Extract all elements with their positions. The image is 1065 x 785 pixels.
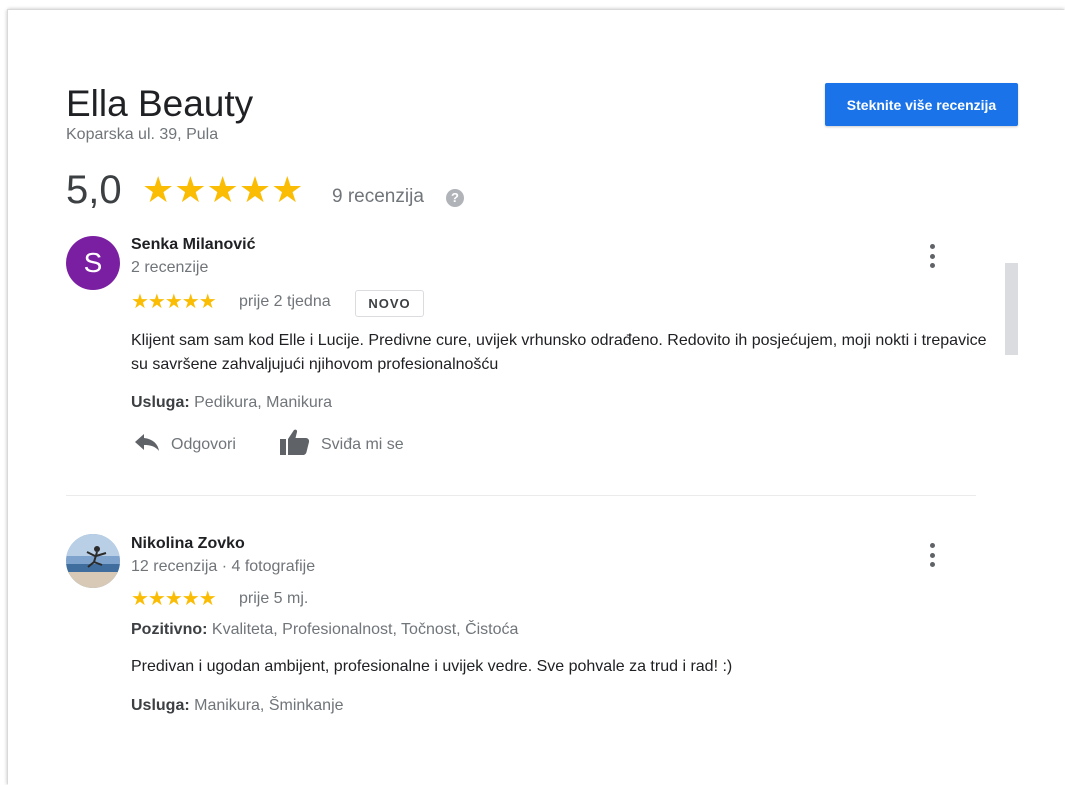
- more-vert-icon[interactable]: [922, 541, 942, 569]
- service-value: Manikura, Šminkanje: [194, 697, 344, 714]
- like-label: Sviđa mi se: [321, 435, 404, 453]
- new-badge: NOVO: [355, 290, 424, 317]
- reply-icon: [133, 430, 161, 459]
- positive-label: Pozitivno:: [131, 621, 208, 638]
- average-rating: 5,0: [66, 168, 122, 212]
- business-name: Ella Beauty: [66, 83, 254, 124]
- more-vert-icon[interactable]: [922, 242, 942, 270]
- reviewer-name[interactable]: Nikolina Zovko: [131, 535, 245, 553]
- review-divider: [66, 495, 976, 496]
- average-rating-stars: ★★★★★: [142, 169, 304, 210]
- reviewer-review-count[interactable]: 2 recenzije: [131, 259, 208, 277]
- review-text: Predivan i ugodan ambijent, profesionaln…: [131, 658, 733, 675]
- service-label: Usluga:: [131, 394, 190, 411]
- review-time: prije 2 tjedna: [239, 293, 331, 310]
- service-value: Pedikura, Manikura: [194, 394, 332, 411]
- avatar[interactable]: [66, 534, 120, 588]
- review-stars: ★★★★★: [131, 291, 217, 313]
- review-services: Usluga: Manikura, Šminkanje: [131, 697, 344, 715]
- review-time: prije 5 mj.: [239, 590, 309, 607]
- review-text: Klijent sam sam kod Elle i Lucije. Predi…: [131, 332, 987, 373]
- positive-value: Kvaliteta, Profesionalnost, Točnost, Čis…: [211, 621, 519, 638]
- scrollbar-thumb[interactable]: [1005, 263, 1018, 355]
- thumbs-up-icon: [279, 428, 311, 461]
- review-services: Usluga: Pedikura, Manikura: [131, 394, 332, 412]
- reviewer-name[interactable]: Senka Milanović: [131, 236, 256, 254]
- help-icon[interactable]: ?: [446, 189, 464, 207]
- avatar[interactable]: S: [66, 236, 120, 290]
- review-count-link[interactable]: 9 recenzija: [332, 186, 424, 208]
- service-label: Usluga:: [131, 697, 190, 714]
- reply-button[interactable]: Odgovori: [133, 430, 236, 459]
- reply-label: Odgovori: [171, 435, 236, 453]
- reviewer-review-count[interactable]: 12 recenzija · 4 fotografije: [131, 558, 315, 576]
- like-button[interactable]: Sviđa mi se: [279, 428, 404, 461]
- review-stars: ★★★★★: [131, 588, 217, 610]
- business-address: Koparska ul. 39, Pula: [66, 126, 219, 143]
- review-positives: Pozitivno: Kvaliteta, Profesionalnost, T…: [131, 621, 518, 639]
- get-more-reviews-button[interactable]: Steknite više recenzija: [825, 83, 1018, 126]
